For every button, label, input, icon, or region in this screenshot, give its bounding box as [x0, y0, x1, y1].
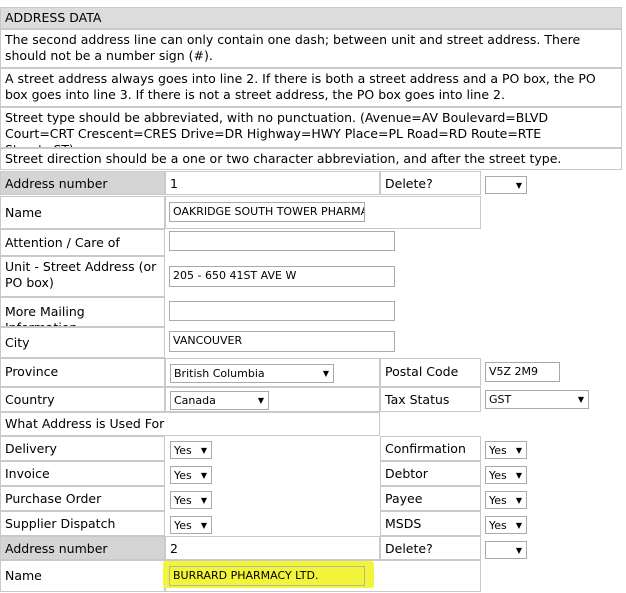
- invoice-label: Invoice: [0, 461, 165, 486]
- delete-select[interactable]: ▼: [485, 176, 527, 194]
- chevron-down-icon: ▼: [200, 521, 207, 530]
- instruction-street-type-rule: Street type should be abbreviated, with …: [0, 107, 622, 148]
- street-label: Unit - Street Address (or PO box): [0, 256, 165, 297]
- instruction-dash-rule: The second address line can only contain…: [0, 29, 622, 68]
- tax-status-select-value: GST: [489, 393, 512, 406]
- country-select-value: Canada: [174, 394, 216, 407]
- msds-select-value: Yes: [489, 519, 507, 532]
- section-title: ADDRESS DATA: [0, 7, 622, 29]
- debtor-label: Debtor: [380, 461, 481, 486]
- postal-code-label: Postal Code: [380, 358, 481, 387]
- chevron-down-icon: ▼: [577, 395, 584, 404]
- tax-status-label: Tax Status: [380, 387, 481, 412]
- delivery-label: Delivery: [0, 436, 165, 461]
- address-number-2-label: Address number: [0, 536, 165, 560]
- attention-input[interactable]: [169, 231, 395, 251]
- instruction-street-direction-rule: Street direction should be a one or two …: [0, 148, 622, 170]
- address-number-value: 1: [165, 171, 380, 195]
- chevron-down-icon: ▼: [322, 369, 329, 378]
- purchase-order-select[interactable]: Yes ▼: [170, 491, 212, 509]
- chevron-down-icon: ▼: [515, 181, 522, 190]
- chevron-down-icon: ▼: [515, 446, 522, 455]
- chevron-down-icon: ▼: [515, 471, 522, 480]
- chevron-down-icon: ▼: [200, 496, 207, 505]
- province-select[interactable]: British Columbia ▼: [170, 364, 334, 383]
- name-2-input[interactable]: BURRARD PHARMACY LTD.: [169, 566, 365, 586]
- more-mailing-info-label: More Mailing Information: [0, 297, 165, 327]
- payee-label: Payee: [380, 486, 481, 511]
- msds-select[interactable]: Yes ▼: [485, 516, 527, 534]
- address-data-form: ADDRESS DATA The second address line can…: [0, 0, 622, 593]
- delete-2-label: Delete?: [380, 536, 481, 560]
- country-select[interactable]: Canada ▼: [170, 391, 269, 410]
- delete-2-select[interactable]: ▼: [485, 541, 527, 559]
- chevron-down-icon: ▼: [515, 546, 522, 555]
- confirmation-select-value: Yes: [489, 444, 507, 457]
- instruction-po-box-rule: A street address always goes into line 2…: [0, 68, 622, 107]
- attention-label: Attention / Care of: [0, 229, 165, 256]
- chevron-down-icon: ▼: [200, 446, 207, 455]
- chevron-down-icon: ▼: [515, 521, 522, 530]
- more-mailing-info-input[interactable]: [169, 301, 395, 321]
- delete-label: Delete?: [380, 171, 481, 195]
- debtor-select[interactable]: Yes ▼: [485, 466, 527, 484]
- province-select-value: British Columbia: [174, 367, 265, 380]
- invoice-select[interactable]: Yes ▼: [170, 466, 212, 484]
- country-label: Country: [0, 387, 165, 412]
- msds-label: MSDS: [380, 511, 481, 536]
- address-use-heading: What Address is Used For: [0, 412, 380, 436]
- confirmation-label: Confirmation: [380, 436, 481, 461]
- chevron-down-icon: ▼: [200, 471, 207, 480]
- supplier-dispatch-label: Supplier Dispatch: [0, 511, 165, 536]
- supplier-dispatch-select[interactable]: Yes ▼: [170, 516, 212, 534]
- name-input[interactable]: OAKRIDGE SOUTH TOWER PHARMA: [169, 202, 365, 222]
- city-input[interactable]: VANCOUVER: [169, 331, 395, 352]
- chevron-down-icon: ▼: [515, 496, 522, 505]
- chevron-down-icon: ▼: [257, 396, 264, 405]
- address-number-label: Address number: [0, 171, 165, 195]
- purchase-order-label: Purchase Order: [0, 486, 165, 511]
- payee-select-value: Yes: [489, 494, 507, 507]
- supplier-dispatch-select-value: Yes: [174, 519, 192, 532]
- confirmation-select[interactable]: Yes ▼: [485, 441, 527, 459]
- invoice-select-value: Yes: [174, 469, 192, 482]
- street-input[interactable]: 205 - 650 41ST AVE W: [169, 266, 395, 287]
- debtor-select-value: Yes: [489, 469, 507, 482]
- city-label: City: [0, 327, 165, 358]
- postal-code-input[interactable]: V5Z 2M9: [485, 362, 560, 382]
- delivery-select-value: Yes: [174, 444, 192, 457]
- delivery-select[interactable]: Yes ▼: [170, 441, 212, 459]
- name-label: Name: [0, 196, 165, 229]
- tax-status-select[interactable]: GST ▼: [485, 390, 589, 409]
- province-label: Province: [0, 358, 165, 387]
- purchase-order-select-value: Yes: [174, 494, 192, 507]
- payee-select[interactable]: Yes ▼: [485, 491, 527, 509]
- address-number-2-value: 2: [165, 536, 380, 560]
- name-2-label: Name: [0, 560, 165, 592]
